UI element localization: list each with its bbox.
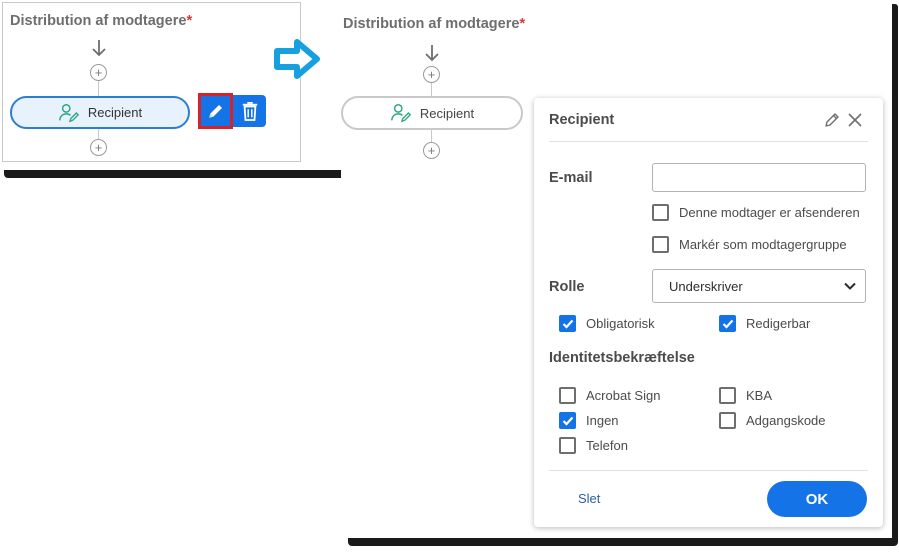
role-select-value: Underskriver <box>669 278 743 294</box>
identity-checkbox[interactable] <box>559 412 576 429</box>
editable-checkbox-label: Redigerbar <box>746 316 811 331</box>
recipient-signer-icon <box>390 104 412 123</box>
plus-circle-icon[interactable]: + <box>423 142 440 159</box>
identity-checkbox[interactable] <box>559 437 576 454</box>
identity-option-ingen[interactable]: Ingen <box>559 412 619 429</box>
plus-circle-icon[interactable]: + <box>90 139 107 156</box>
close-icon[interactable] <box>847 112 863 128</box>
left-workflow-panel: Distribution af modtagere* + Recipient + <box>2 2 301 162</box>
required-checkbox[interactable] <box>559 315 576 332</box>
sender-checkbox[interactable] <box>652 204 669 221</box>
identity-option-label: Ingen <box>586 413 619 428</box>
role-select[interactable]: Underskriver <box>652 269 866 303</box>
editable-checkbox-row[interactable]: Redigerbar <box>719 315 810 332</box>
plus-circle-icon[interactable]: + <box>90 64 107 81</box>
delete-recipient-button[interactable] <box>233 95 266 127</box>
pencil-icon <box>208 105 222 118</box>
edit-recipient-button[interactable] <box>198 93 233 129</box>
sender-checkbox-label: Denne modtager er afsenderen <box>679 205 860 220</box>
recipient-node[interactable]: Recipient <box>10 96 190 129</box>
role-label: Rolle <box>549 279 585 295</box>
editable-checkbox[interactable] <box>719 315 736 332</box>
sender-checkbox-row[interactable]: Denne modtager er afsenderen <box>652 204 860 221</box>
left-section-title: Distribution af modtagere* <box>10 13 193 29</box>
trash-icon <box>242 102 257 121</box>
arrow-down-icon <box>92 40 106 57</box>
recipient-signer-icon <box>58 103 80 122</box>
required-checkbox-row[interactable]: Obligatorisk <box>559 315 655 332</box>
checkmark-icon <box>562 416 573 426</box>
right-section-title: Distribution af modtagere* <box>343 16 526 32</box>
identity-label: Identitetsbekræftelse <box>549 350 695 366</box>
recipient-node-label: Recipient <box>419 105 475 121</box>
arrow-down-icon <box>425 45 439 62</box>
identity-option-label: Adgangskode <box>746 413 826 428</box>
group-checkbox-label: Markér som modtagergruppe <box>679 237 847 252</box>
group-checkbox-row[interactable]: Markér som modtagergruppe <box>652 236 847 253</box>
identity-checkbox[interactable] <box>719 387 736 404</box>
delete-link[interactable]: Slet <box>578 491 600 506</box>
pencil-icon[interactable] <box>824 112 840 128</box>
ok-button[interactable]: OK <box>767 481 867 517</box>
email-label: E-mail <box>549 170 593 186</box>
identity-option-label: Telefon <box>586 438 628 453</box>
identity-checkbox[interactable] <box>719 412 736 429</box>
identity-option-label: KBA <box>746 388 773 403</box>
identity-option-adgangskode[interactable]: Adgangskode <box>719 412 826 429</box>
identity-option-acrobat-sign[interactable]: Acrobat Sign <box>559 387 660 404</box>
dialog-title: Recipient <box>549 112 615 128</box>
checkmark-icon <box>562 319 573 329</box>
required-checkbox-label: Obligatorisk <box>586 316 655 331</box>
identity-option-kba[interactable]: KBA <box>719 387 772 404</box>
recipient-node[interactable]: Recipient <box>341 96 523 130</box>
chevron-down-icon <box>844 282 856 290</box>
identity-checkbox[interactable] <box>559 387 576 404</box>
email-field[interactable] <box>652 163 866 192</box>
recipient-node-label: Recipient <box>87 105 143 120</box>
group-checkbox[interactable] <box>652 236 669 253</box>
recipient-dialog: Recipient E-mail Denne modtager er afsen… <box>534 98 883 527</box>
checkmark-icon <box>722 319 733 329</box>
plus-circle-icon[interactable]: + <box>423 66 440 83</box>
identity-option-telefon[interactable]: Telefon <box>559 437 628 454</box>
right-arrow-icon <box>274 39 320 79</box>
identity-option-label: Acrobat Sign <box>586 388 661 403</box>
